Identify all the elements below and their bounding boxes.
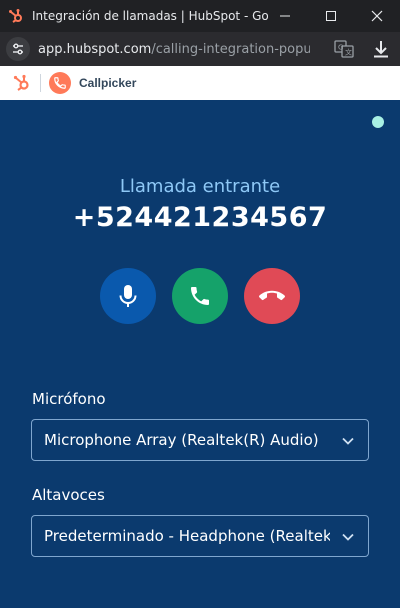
browser-title-bar: Integración de llamadas | HubSpot - Goog… xyxy=(0,0,400,32)
hang-up-phone-icon xyxy=(259,290,285,301)
app-name: Callpicker xyxy=(79,76,137,90)
mute-microphone-button[interactable] xyxy=(100,268,156,324)
connection-status-dot xyxy=(372,116,384,128)
svg-text:文: 文 xyxy=(345,48,352,57)
microphone-selected-value: Microphone Array (Realtek(R) Audio) xyxy=(44,431,319,449)
address-bar[interactable]: app.hubspot.com/calling-integration-popu… xyxy=(0,32,400,66)
svg-text:G: G xyxy=(338,44,343,52)
close-icon xyxy=(371,10,383,22)
minimize-icon xyxy=(280,15,290,17)
call-status-label: Llamada entrante xyxy=(119,176,281,197)
chevron-down-icon xyxy=(342,437,354,445)
microphone-label: Micrófono xyxy=(32,390,106,408)
call-panel: Llamada entrante +524421234567 Micrófono… xyxy=(0,100,400,608)
callpicker-logo-icon xyxy=(49,72,71,94)
hubspot-logo-icon xyxy=(13,74,29,91)
url-host: app.hubspot.com xyxy=(38,41,152,57)
hubspot-favicon-icon xyxy=(0,0,32,32)
speakers-label: Altavoces xyxy=(32,486,105,504)
caller-phone-number: +524421234567 xyxy=(72,202,328,233)
tune-icon xyxy=(13,43,23,55)
header-divider xyxy=(40,74,41,92)
minimize-button[interactable] xyxy=(262,0,308,32)
maximize-icon xyxy=(326,11,336,21)
chevron-down-icon xyxy=(342,533,354,541)
maximize-button[interactable] xyxy=(308,0,354,32)
url-path: /calling-integration-popup... xyxy=(151,41,310,57)
microphone-icon xyxy=(119,285,137,307)
speakers-select[interactable]: Predeterminado - Headphone (Realtek(R) A… xyxy=(31,515,369,557)
phone-icon xyxy=(191,287,209,305)
site-info-button[interactable] xyxy=(6,37,30,61)
answer-call-button[interactable] xyxy=(172,268,228,324)
url-text[interactable]: app.hubspot.com/calling-integration-popu… xyxy=(38,42,310,57)
microphone-select[interactable]: Microphone Array (Realtek(R) Audio) xyxy=(31,419,369,461)
close-window-button[interactable] xyxy=(354,0,400,32)
hang-up-button[interactable] xyxy=(244,268,300,324)
translate-icon[interactable]: G 文 xyxy=(334,39,354,59)
download-icon[interactable] xyxy=(370,38,392,60)
window-title: Integración de llamadas | HubSpot - Goog… xyxy=(32,9,268,23)
app-header: Callpicker xyxy=(0,66,400,100)
speakers-selected-value: Predeterminado - Headphone (Realtek(R) A… xyxy=(44,527,330,545)
